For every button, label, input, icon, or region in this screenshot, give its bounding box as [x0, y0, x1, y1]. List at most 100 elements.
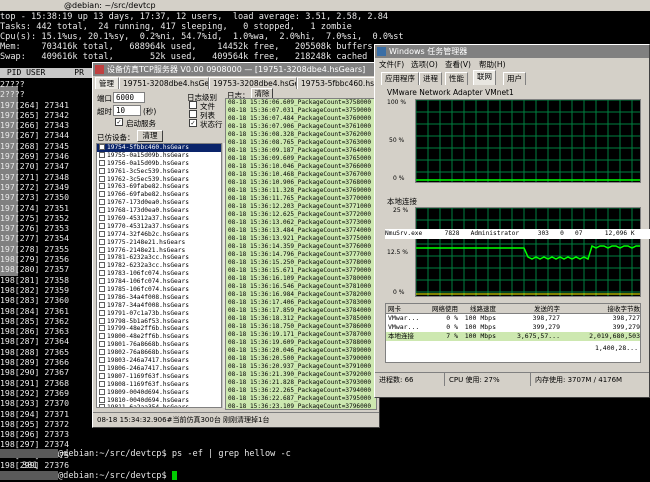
table-row[interactable]: VMwar... 0 % 100 Mbps 398,727 398,727	[386, 314, 640, 323]
list-item[interactable]: 19768-173d0ea0.hsGears	[97, 207, 221, 215]
device-checkbox[interactable]	[99, 317, 105, 324]
menu-help[interactable]: 帮助(H)	[479, 59, 506, 70]
device-checkbox[interactable]	[99, 207, 105, 214]
list-item[interactable]: 19776-2148e21.hsGears	[97, 246, 221, 255]
list-item[interactable]: 19806-246a7417.hsGears	[97, 364, 221, 373]
device-checkbox[interactable]	[99, 167, 105, 174]
clear-devices-button[interactable]: 清理	[137, 130, 163, 142]
start-service-checkbox[interactable]: ✓	[115, 118, 123, 126]
list-item[interactable]: 19754-5fbbc460.hsGears	[97, 144, 221, 152]
list-item[interactable]: 19769-45312a37.hsGears	[97, 215, 221, 223]
col-utilization[interactable]: 网络使用	[426, 304, 458, 313]
device-checkbox[interactable]	[99, 270, 105, 277]
device-checkbox[interactable]	[99, 230, 105, 237]
device-checkbox[interactable]	[99, 222, 105, 229]
device-checkbox[interactable]	[99, 215, 105, 222]
device-checkbox[interactable]	[99, 364, 105, 371]
device-checkbox[interactable]	[99, 175, 105, 182]
device-checkbox[interactable]	[99, 325, 105, 332]
list-item[interactable]: 19766-69fabe82.hsGears	[97, 191, 221, 199]
device-checkbox[interactable]	[99, 183, 105, 190]
device-checkbox[interactable]	[99, 301, 105, 308]
menu-options[interactable]: 选项(O)	[411, 59, 438, 70]
device-checkbox[interactable]	[99, 151, 105, 158]
device-checkbox[interactable]	[99, 246, 105, 253]
list-item[interactable]: 19763-69fabe82.hsGears	[97, 183, 221, 191]
device-checkbox[interactable]	[99, 404, 105, 407]
list-item[interactable]: 19784-106fc074.hsGears	[97, 278, 221, 286]
device-checkbox[interactable]	[99, 380, 105, 387]
list-item[interactable]: 19761-3c5ec539.hsGears	[97, 167, 221, 176]
tab-applications[interactable]: 应用程序	[381, 72, 419, 85]
list-item[interactable]: 19801-76a8668b.hsGears	[97, 341, 221, 349]
device-checkbox[interactable]	[99, 159, 105, 166]
timeout-input[interactable]: 10	[113, 105, 141, 116]
list-item[interactable]: 19774-32f46b2c.hsGears	[97, 230, 221, 239]
device-checkbox[interactable]	[99, 191, 105, 198]
list-item[interactable]: 19791-07c1a73b.hsGears	[97, 309, 221, 318]
task-manager-titlebar[interactable]: Windows 任务管理器	[375, 45, 649, 58]
menu-view[interactable]: 查看(V)	[445, 59, 471, 70]
tab-device-3[interactable]: 19753-5fbbc460.hsGears	[297, 77, 379, 89]
network-adapter-table[interactable]: 网卡 网络使用 线路速度 发送的字 接收字节数 VMwar... 0 % 100…	[385, 303, 641, 363]
tab-networking[interactable]: 联网	[473, 70, 496, 85]
device-checkbox[interactable]	[99, 333, 105, 340]
col-bytes-sent[interactable]: 发送的字	[496, 304, 560, 313]
device-checkbox[interactable]	[99, 341, 105, 348]
device-checkbox[interactable]	[99, 309, 105, 316]
device-checkbox[interactable]	[99, 286, 105, 293]
table-row[interactable]: VMwar... 0 % 100 Mbps 399,279 399,279	[386, 323, 640, 332]
col-bytes-received[interactable]: 接收字节数	[560, 304, 641, 313]
list-item[interactable]: 19775-2148e21.hsGears	[97, 238, 221, 247]
shell-prompt-area[interactable]: @debian:~/src/devtcp$ ps -ef | grep hell…	[0, 430, 650, 482]
col-link-speed[interactable]: 线路速度	[458, 304, 496, 313]
menu-file[interactable]: 文件(F)	[379, 59, 404, 70]
list-item[interactable]: 19798-5b1a6f53.hsGears	[97, 317, 221, 326]
device-checkbox[interactable]	[99, 372, 105, 379]
tab-processes[interactable]: 进程	[419, 72, 442, 85]
device-checkbox[interactable]	[99, 396, 105, 403]
list-item[interactable]: 19802-76a8668b.hsGears	[97, 349, 221, 357]
list-item[interactable]: 19770-45312a37.hsGears	[97, 222, 221, 231]
list-item[interactable]: 19811-6a2aa354.hsGears	[97, 404, 221, 407]
tab-performance[interactable]: 性能	[445, 72, 468, 85]
tab-manage[interactable]: 管理	[95, 77, 119, 89]
col-adapter[interactable]: 网卡	[386, 304, 426, 313]
list-item[interactable]: 19800-48e2ff6b.hsGears	[97, 333, 221, 341]
device-checkbox[interactable]	[99, 238, 105, 245]
list-item[interactable]: 19782-6232a3cc.hsGears	[97, 262, 221, 270]
log-list-checkbox[interactable]	[189, 110, 197, 118]
log-file-checkbox[interactable]	[189, 101, 197, 109]
table-row[interactable]: 本地连接 7 % 100 Mbps 3,675,57... 2,019,680,…	[386, 332, 640, 341]
device-checkbox[interactable]	[99, 388, 105, 395]
device-checkbox[interactable]	[99, 357, 105, 364]
tcp-window-titlebar[interactable]: 设备仿真TCP服务器 V0.00 0908000 — [19751-3208db…	[93, 63, 379, 76]
list-item[interactable]: 19756-0a15d09b.hsGears	[97, 159, 221, 168]
list-item[interactable]: 19783-106fc074.hsGears	[97, 270, 221, 278]
device-checkbox[interactable]	[99, 262, 105, 269]
list-item[interactable]: 19767-173d0ea0.hsGears	[97, 199, 221, 207]
tab-device-1[interactable]: 19751-3208dbe4.hsGears	[119, 77, 209, 89]
device-checkbox[interactable]	[99, 278, 105, 285]
list-item[interactable]: 19803-246a7417.hsGears	[97, 357, 221, 365]
list-item[interactable]: 19781-6232a3cc.hsGears	[97, 254, 221, 262]
list-item[interactable]: 19787-34a4f008.hsGears	[97, 301, 221, 310]
device-list[interactable]: 19754-5fbbc460.hsGears 19755-0a15d09b.hsG…	[96, 143, 222, 408]
list-item[interactable]: 19809-0040d694.hsGears	[97, 388, 221, 397]
list-item[interactable]: 19799-48e2ff6b.hsGears	[97, 325, 221, 333]
log-status-checkbox[interactable]: ✓	[189, 119, 197, 127]
list-item[interactable]: 19810-0040d694.hsGears	[97, 396, 221, 405]
device-checkbox[interactable]	[99, 199, 105, 206]
list-item[interactable]: 19786-34a4f008.hsGears	[97, 293, 221, 302]
list-item[interactable]: 19762-3c5ec539.hsGears	[97, 175, 221, 184]
list-item[interactable]: 19807-1169f63f.hsGears	[97, 372, 221, 381]
log-output[interactable]: 08-18 15:36:06.609_PackageCount=3758000 0…	[225, 98, 377, 410]
list-item[interactable]: 19785-106fc074.hsGears	[97, 286, 221, 294]
list-item[interactable]: 19808-1169f63f.hsGears	[97, 380, 221, 389]
device-checkbox[interactable]	[99, 254, 105, 261]
device-checkbox[interactable]	[99, 144, 105, 150]
device-checkbox[interactable]	[99, 293, 105, 300]
list-item[interactable]: 19755-0a15d09b.hsGears	[97, 151, 221, 160]
port-input[interactable]: 6000	[113, 92, 145, 103]
device-checkbox[interactable]	[99, 349, 105, 356]
